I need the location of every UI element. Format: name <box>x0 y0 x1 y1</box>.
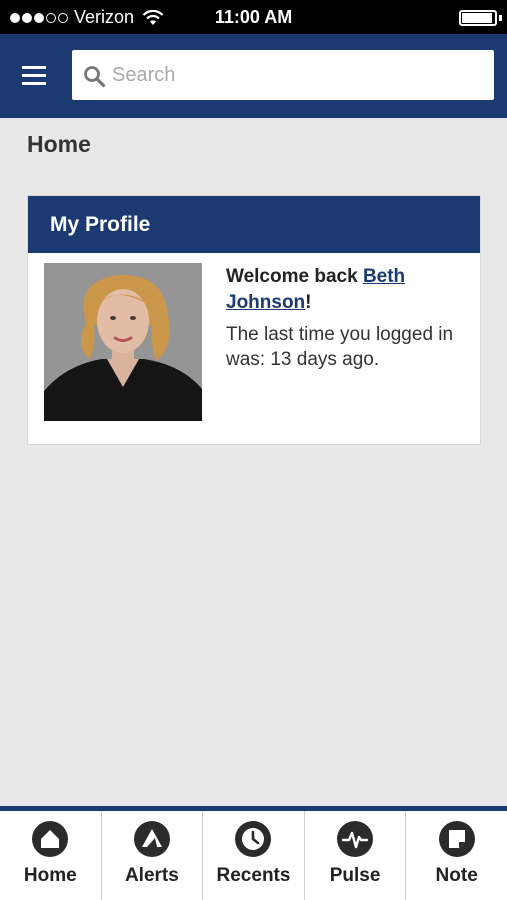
battery-tip <box>499 15 502 21</box>
profile-photo <box>44 263 202 421</box>
search-box <box>72 50 494 100</box>
tab-label: Home <box>23 865 77 886</box>
home-icon <box>32 821 69 857</box>
tab-recents[interactable]: Recents <box>203 811 305 900</box>
tab-label: Recents <box>216 865 291 886</box>
card-title: My Profile <box>28 196 480 253</box>
battery-level <box>462 13 492 23</box>
page-title: Home <box>27 131 91 157</box>
tab-bar: Home Alerts Recents Pulse Note <box>0 806 507 900</box>
search-input[interactable] <box>112 50 487 100</box>
tab-home[interactable]: Home <box>0 811 102 900</box>
alert-icon <box>133 821 170 857</box>
status-time: 11:00 AM <box>214 7 293 27</box>
pulse-icon <box>337 821 374 857</box>
tab-alerts[interactable]: Alerts <box>102 811 204 900</box>
welcome-suffix: ! <box>305 292 312 313</box>
avatar <box>44 263 202 421</box>
welcome-message: Welcome back Beth Johnson! <box>226 264 466 316</box>
tab-note[interactable]: Note <box>406 811 507 900</box>
search-icon <box>84 66 106 88</box>
clock-icon <box>235 821 272 857</box>
tab-label: Alerts <box>124 865 179 886</box>
tab-label: Pulse <box>329 865 381 886</box>
last-login-text: The last time you logged in was: 13 days… <box>226 324 454 370</box>
welcome-prefix: Welcome back <box>226 266 363 287</box>
tab-label: Note <box>435 865 478 886</box>
status-bar: Verizon 11:00 AM <box>0 0 507 34</box>
tab-pulse[interactable]: Pulse <box>305 811 407 900</box>
menu-button[interactable] <box>22 60 52 90</box>
app-header <box>0 34 507 118</box>
profile-card: My Profile Welcome back Beth Johnson! Th… <box>27 195 481 445</box>
note-icon <box>438 821 475 857</box>
hamburger-icon <box>22 65 46 69</box>
battery-icon <box>459 10 497 26</box>
